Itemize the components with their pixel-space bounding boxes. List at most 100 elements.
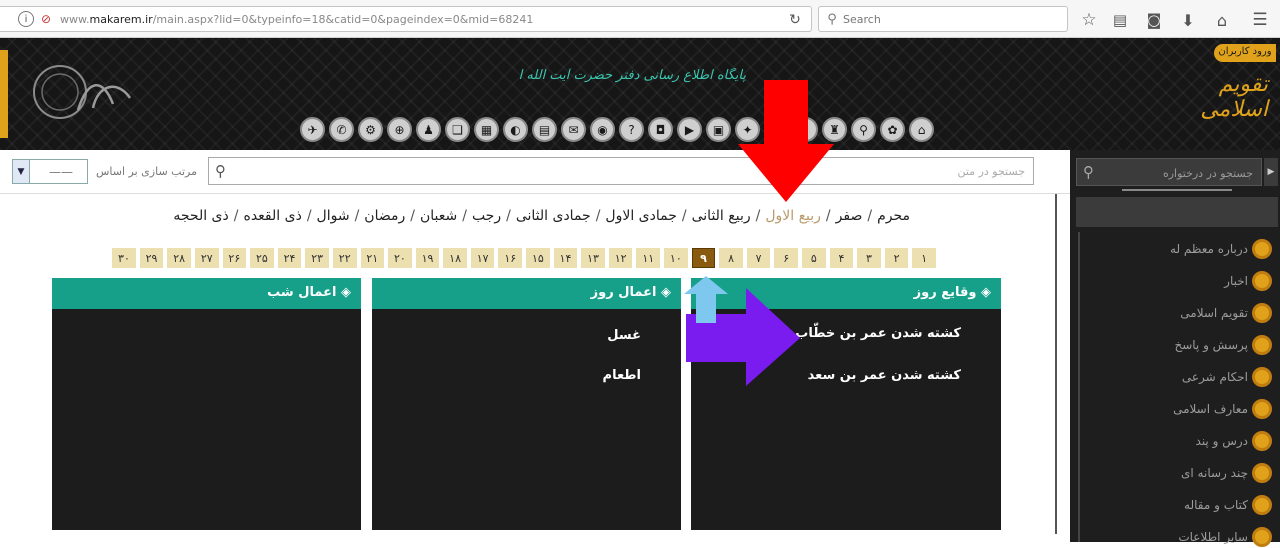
day-button[interactable]: ۱۷	[470, 248, 495, 268]
day-button[interactable]: ۱۹	[415, 248, 440, 268]
day-button[interactable]: ۱	[912, 248, 936, 268]
day-button[interactable]: ۲	[884, 248, 909, 268]
calendar-icon[interactable]: ▣	[706, 117, 731, 142]
day-button[interactable]: ۱۰	[664, 248, 688, 268]
month-link[interactable]: جمادی الاول	[605, 208, 676, 224]
chevron-down-icon[interactable]: ▼	[13, 160, 30, 183]
day-button[interactable]: ۱۵	[526, 248, 550, 268]
home-icon[interactable]: ⌂	[1212, 10, 1232, 30]
day-button[interactable]: ۲۹	[139, 248, 164, 268]
month-link[interactable]: رمضان	[364, 208, 405, 224]
month-link[interactable]: جمادی الثانی	[516, 208, 591, 224]
day-button[interactable]: ۱۸	[443, 248, 467, 268]
day-deeds-panel-header[interactable]: ◈ اعمال روز	[372, 278, 681, 309]
sidebar-item[interactable]: درس و پند	[1196, 430, 1272, 452]
month-link[interactable]: صفر	[836, 208, 863, 224]
toggle-icon[interactable]: ◐	[503, 117, 528, 142]
day-button[interactable]: ۱۶	[498, 248, 523, 268]
month-link[interactable]: ذی الحجه	[173, 208, 228, 224]
menu-icon[interactable]: ☰	[1250, 10, 1270, 30]
day-button[interactable]: ۴	[829, 248, 854, 268]
day-button[interactable]: ۲۲	[332, 248, 357, 268]
network-icon[interactable]: ⚙	[358, 117, 383, 142]
sidebar-item[interactable]: چند رسانه ای	[1181, 462, 1272, 484]
question-icon[interactable]: ?	[619, 117, 644, 142]
day-button[interactable]: ۷	[746, 248, 771, 268]
sidebar-item[interactable]: درباره معظم له	[1170, 238, 1272, 260]
download-icon[interactable]: ⬇	[1178, 10, 1198, 30]
grid-icon[interactable]: ▤	[532, 117, 557, 142]
day-button[interactable]: ۹	[691, 248, 716, 268]
eye-icon[interactable]: ◉	[590, 117, 615, 142]
sms-icon[interactable]: ✉	[561, 117, 586, 142]
left-edge-tab[interactable]	[0, 50, 8, 138]
reading-list-icon[interactable]: ▤	[1110, 10, 1130, 30]
month-link[interactable]: محرم	[877, 208, 910, 224]
sidebar-item[interactable]: معارف اسلامی	[1173, 398, 1272, 420]
sidebar-item[interactable]: پرسش و پاسخ	[1174, 334, 1272, 356]
day-button[interactable]: ۲۸	[167, 248, 191, 268]
sidebar-item[interactable]: احکام شرعی	[1182, 366, 1272, 388]
camera-icon[interactable]: ✈	[300, 117, 325, 142]
month-link[interactable]: ربیع الثانی	[692, 208, 751, 224]
day-button[interactable]: ۵	[802, 248, 826, 268]
info-icon[interactable]: i	[18, 11, 34, 27]
sidebar-item[interactable]: اخبار	[1224, 270, 1272, 292]
day-button[interactable]: ۲۶	[222, 248, 247, 268]
search-icon[interactable]: ⚲	[1083, 163, 1094, 181]
day-button[interactable]: ۲۵	[250, 248, 274, 268]
reload-icon[interactable]: ↻	[786, 11, 804, 29]
day-button[interactable]: ۲۴	[277, 248, 302, 268]
building-icon[interactable]: ▦	[474, 117, 499, 142]
media-icon[interactable]: ▶	[677, 117, 702, 142]
sidebar-search-input[interactable]: ⚲ جستجو در درختواره	[1076, 158, 1262, 186]
day-button[interactable]: ۳۰	[112, 248, 136, 268]
browser-search-box[interactable]: ⚲ Search	[818, 6, 1068, 32]
day-button[interactable]: ۲۳	[305, 248, 329, 268]
month-link[interactable]: ربیع الاول	[765, 208, 821, 224]
book-icon[interactable]: ❏	[445, 117, 470, 142]
content-scrollbar[interactable]	[1055, 194, 1057, 534]
instagram-icon[interactable]: ◘	[648, 117, 673, 142]
day-button[interactable]: ۱۴	[553, 248, 578, 268]
month-nav: محرم/صفر/ربیع الاول/ربیع الثانی/جمادی ال…	[140, 208, 910, 224]
month-link[interactable]: شعبان	[420, 208, 457, 224]
day-button[interactable]: ۱۲	[608, 248, 633, 268]
night-deeds-panel-header[interactable]: ◈ اعمال شب	[52, 278, 361, 309]
search-icon[interactable]: ⚲	[215, 162, 226, 180]
url-text[interactable]: www.makarem.ir/main.aspx?lid=0&typeinfo=…	[60, 13, 533, 26]
month-link[interactable]: ذی القعده	[243, 208, 301, 224]
search-icon[interactable]: ⚲	[851, 117, 876, 142]
globe-icon[interactable]: ⊕	[387, 117, 412, 142]
event-item[interactable]: کشته شدن عمر بن سعد	[808, 368, 961, 383]
logo-text[interactable]: تقویم اسلامی	[1168, 72, 1268, 122]
settings-icon[interactable]: ✿	[880, 117, 905, 142]
home-icon[interactable]: ⌂	[909, 117, 934, 142]
address-bar[interactable]: i ⊘ www.makarem.ir/main.aspx?lid=0&typei…	[0, 6, 812, 32]
day-button[interactable]: ۱۱	[636, 248, 661, 268]
day-button[interactable]: ۶	[774, 248, 799, 268]
users-login-badge[interactable]: ورود کاربران	[1214, 44, 1276, 62]
day-button[interactable]: ۲۷	[194, 248, 219, 268]
pocket-icon[interactable]: ◙	[1144, 10, 1164, 30]
sidebar-item[interactable]: تقویم اسلامی	[1180, 302, 1272, 324]
deed-item[interactable]: اطعام	[603, 368, 641, 383]
sidebar-toggle[interactable]: ▶	[1264, 158, 1278, 186]
day-button[interactable]: ۲۱	[360, 248, 385, 268]
event-item[interactable]: کشته شدن عمر بن خطّاب	[795, 326, 961, 341]
month-link[interactable]: رجب	[472, 208, 501, 224]
day-button[interactable]: ۲۰	[388, 248, 412, 268]
android-icon[interactable]: ♟	[416, 117, 441, 142]
phone-icon[interactable]: ✆	[329, 117, 354, 142]
day-button[interactable]: ۱۳	[581, 248, 605, 268]
deed-item[interactable]: غسل	[607, 328, 641, 343]
day-button[interactable]: ۳	[857, 248, 881, 268]
day-button[interactable]: ۸	[719, 248, 743, 268]
sidebar-item[interactable]: کتاب و مقاله	[1184, 494, 1272, 516]
tracking-blocked-icon[interactable]: ⊘	[38, 11, 54, 27]
sort-select[interactable]: ▼ ——	[12, 159, 88, 184]
text-search-input[interactable]: ⚲ جستجو در متن	[208, 157, 1034, 185]
sidebar-item[interactable]: سایر اطلاعات	[1178, 526, 1272, 548]
bookmark-star-icon[interactable]: ☆	[1079, 10, 1099, 30]
month-link[interactable]: شوال	[317, 208, 350, 224]
